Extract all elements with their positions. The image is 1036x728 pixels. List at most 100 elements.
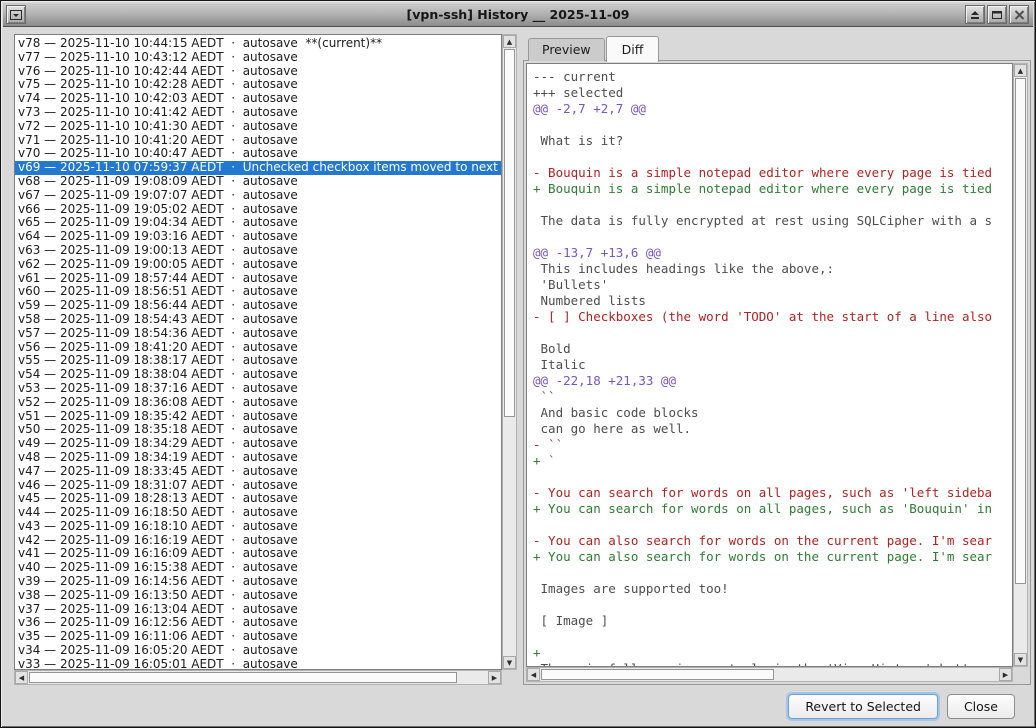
diff-line: --- current <box>533 69 1012 85</box>
scrollbar-thumb[interactable] <box>504 49 515 417</box>
tab-preview[interactable]: Preview <box>528 38 605 61</box>
list-item[interactable]: v42 — 2025-11-09 16:16:19 AEDT · autosav… <box>18 534 501 548</box>
list-item[interactable]: v35 — 2025-11-09 16:11:06 AEDT · autosav… <box>18 630 501 644</box>
diff-line: + You can search for words on all pages,… <box>533 501 1012 517</box>
list-item[interactable]: v66 — 2025-11-09 19:05:02 AEDT · autosav… <box>18 203 501 217</box>
scroll-down-icon[interactable]: ▼ <box>1014 653 1027 666</box>
list-item[interactable]: v68 — 2025-11-09 19:08:09 AEDT · autosav… <box>18 175 501 189</box>
scrollbar-thumb[interactable] <box>29 672 457 683</box>
list-item[interactable]: v54 — 2025-11-09 18:38:04 AEDT · autosav… <box>18 368 501 382</box>
list-item[interactable]: v59 — 2025-11-09 18:56:44 AEDT · autosav… <box>18 299 501 313</box>
diff-line: The data is fully encrypted at rest usin… <box>533 213 1012 229</box>
list-item[interactable]: v73 — 2025-11-10 10:41:42 AEDT · autosav… <box>18 106 501 120</box>
diff-line: `` <box>533 389 1012 405</box>
list-item[interactable]: v50 — 2025-11-09 18:35:18 AEDT · autosav… <box>18 423 501 437</box>
history-vertical-scrollbar[interactable]: ▲ ▼ <box>502 34 517 670</box>
maximize-button[interactable] <box>987 5 1007 24</box>
diff-line: Bold <box>533 341 1012 357</box>
history-list-panel: v78 — 2025-11-10 10:44:15 AEDT · autosav… <box>14 34 517 685</box>
list-item[interactable]: v38 — 2025-11-09 16:13:50 AEDT · autosav… <box>18 589 501 603</box>
history-horizontal-scrollbar[interactable]: ◀ ▶ <box>14 670 502 685</box>
scroll-up-icon[interactable]: ▲ <box>503 35 516 48</box>
list-item[interactable]: v53 — 2025-11-09 18:37:16 AEDT · autosav… <box>18 382 501 396</box>
list-item[interactable]: v51 — 2025-11-09 18:35:42 AEDT · autosav… <box>18 410 501 424</box>
list-item[interactable]: v43 — 2025-11-09 16:18:10 AEDT · autosav… <box>18 520 501 534</box>
list-item[interactable]: v56 — 2025-11-09 18:41:20 AEDT · autosav… <box>18 341 501 355</box>
list-item[interactable]: v69 — 2025-11-10 07:59:37 AEDT · Uncheck… <box>15 161 501 175</box>
list-item[interactable]: v76 — 2025-11-10 10:42:44 AEDT · autosav… <box>18 65 501 79</box>
scrollbar-thumb[interactable] <box>541 669 774 680</box>
scroll-left-icon[interactable]: ◀ <box>527 668 540 681</box>
list-item[interactable]: v55 — 2025-11-09 18:38:17 AEDT · autosav… <box>18 354 501 368</box>
window-title: [vpn-ssh] History __ 2025-11-09 <box>3 7 1033 22</box>
diff-line: - `` <box>533 437 1012 453</box>
scroll-left-icon[interactable]: ◀ <box>15 671 28 684</box>
list-item[interactable]: v64 — 2025-11-09 19:03:16 AEDT · autosav… <box>18 230 501 244</box>
close-button[interactable] <box>1009 5 1029 24</box>
list-item[interactable]: v67 — 2025-11-09 19:07:07 AEDT · autosav… <box>18 189 501 203</box>
minimize-button[interactable] <box>965 5 985 24</box>
diff-line: And basic code blocks <box>533 405 1012 421</box>
list-item[interactable]: v48 — 2025-11-09 18:34:19 AEDT · autosav… <box>18 451 501 465</box>
list-item[interactable]: v72 — 2025-11-10 10:41:30 AEDT · autosav… <box>18 120 501 134</box>
list-item[interactable]: v52 — 2025-11-09 18:36:08 AEDT · autosav… <box>18 396 501 410</box>
scroll-right-icon[interactable]: ▶ <box>488 671 501 684</box>
list-item[interactable]: v65 — 2025-11-09 19:04:34 AEDT · autosav… <box>18 216 501 230</box>
diff-line: This includes headings like the above,: <box>533 261 1012 277</box>
list-item[interactable]: v58 — 2025-11-09 18:54:43 AEDT · autosav… <box>18 313 501 327</box>
list-item[interactable]: v33 — 2025-11-09 16:05:01 AEDT · autosav… <box>18 658 501 670</box>
diff-vertical-scrollbar[interactable]: ▲ ▼ <box>1013 63 1028 667</box>
diff-line <box>533 197 1012 213</box>
scroll-down-icon[interactable]: ▼ <box>503 656 516 669</box>
diff-text[interactable]: --- current+++ selected@@ -2,7 +2,7 @@ W… <box>526 63 1013 667</box>
scroll-up-icon[interactable]: ▲ <box>1014 64 1027 77</box>
diff-pane: --- current+++ selected@@ -2,7 +2,7 @@ W… <box>523 60 1031 685</box>
list-item[interactable]: v78 — 2025-11-10 10:44:15 AEDT · autosav… <box>18 37 501 51</box>
diff-line: + You can also search for words on the c… <box>533 549 1012 565</box>
diff-line <box>533 149 1012 165</box>
list-item[interactable]: v47 — 2025-11-09 18:33:45 AEDT · autosav… <box>18 465 501 479</box>
diff-line: - Bouquin is a simple notepad editor whe… <box>533 165 1012 181</box>
diff-line: + ` <box>533 453 1012 469</box>
scrollbar-thumb[interactable] <box>1015 78 1026 584</box>
diff-line <box>533 629 1012 645</box>
list-item[interactable]: v77 — 2025-11-10 10:43:12 AEDT · autosav… <box>18 51 501 65</box>
tab-diff[interactable]: Diff <box>606 36 660 62</box>
list-item[interactable]: v44 — 2025-11-09 16:18:50 AEDT · autosav… <box>18 506 501 520</box>
titlebar[interactable]: [vpn-ssh] History __ 2025-11-09 <box>3 3 1033 27</box>
diff-line: @@ -2,7 +2,7 @@ <box>533 101 1012 117</box>
list-item[interactable]: v37 — 2025-11-09 16:13:04 AEDT · autosav… <box>18 603 501 617</box>
diff-line <box>533 517 1012 533</box>
diff-line: +++ selected <box>533 85 1012 101</box>
list-item[interactable]: v74 — 2025-11-10 10:42:03 AEDT · autosav… <box>18 92 501 106</box>
revert-to-selected-button[interactable]: Revert to Selected <box>788 694 938 719</box>
list-item[interactable]: v49 — 2025-11-09 18:34:29 AEDT · autosav… <box>18 437 501 451</box>
list-item[interactable]: v70 — 2025-11-10 10:40:47 AEDT · autosav… <box>18 147 501 161</box>
diff-line: Italic <box>533 357 1012 373</box>
list-item[interactable]: v41 — 2025-11-09 16:16:09 AEDT · autosav… <box>18 547 501 561</box>
close-dialog-button[interactable]: Close <box>947 694 1015 719</box>
tab-bar: Preview Diff <box>528 38 660 61</box>
window-menu-button[interactable] <box>6 5 26 24</box>
list-item[interactable]: v36 — 2025-11-09 16:12:56 AEDT · autosav… <box>18 616 501 630</box>
list-item[interactable]: v40 — 2025-11-09 16:15:38 AEDT · autosav… <box>18 561 501 575</box>
history-list[interactable]: v78 — 2025-11-10 10:44:15 AEDT · autosav… <box>14 34 502 670</box>
list-item[interactable]: v75 — 2025-11-10 10:42:28 AEDT · autosav… <box>18 78 501 92</box>
list-item[interactable]: v46 — 2025-11-09 18:31:07 AEDT · autosav… <box>18 479 501 493</box>
close-icon <box>1014 10 1025 20</box>
diff-line <box>533 229 1012 245</box>
list-item[interactable]: v57 — 2025-11-09 18:54:36 AEDT · autosav… <box>18 327 501 341</box>
scroll-right-icon[interactable]: ▶ <box>999 668 1012 681</box>
list-item[interactable]: v39 — 2025-11-09 16:14:56 AEDT · autosav… <box>18 575 501 589</box>
diff-line: - [ ] Checkboxes (the word 'TODO' at the… <box>533 309 1012 325</box>
list-item[interactable]: v63 — 2025-11-09 19:00:13 AEDT · autosav… <box>18 244 501 258</box>
list-item[interactable]: v71 — 2025-11-10 10:41:20 AEDT · autosav… <box>18 134 501 148</box>
list-item[interactable]: v61 — 2025-11-09 18:57:44 AEDT · autosav… <box>18 272 501 286</box>
list-item[interactable]: v60 — 2025-11-09 18:56:51 AEDT · autosav… <box>18 285 501 299</box>
diff-line <box>533 325 1012 341</box>
list-item[interactable]: v45 — 2025-11-09 18:28:13 AEDT · autosav… <box>18 492 501 506</box>
diff-horizontal-scrollbar[interactable]: ◀ ▶ <box>526 667 1013 682</box>
diff-line: Numbered lists <box>533 293 1012 309</box>
list-item[interactable]: v34 — 2025-11-09 16:05:20 AEDT · autosav… <box>18 644 501 658</box>
list-item[interactable]: v62 — 2025-11-09 19:00:05 AEDT · autosav… <box>18 258 501 272</box>
